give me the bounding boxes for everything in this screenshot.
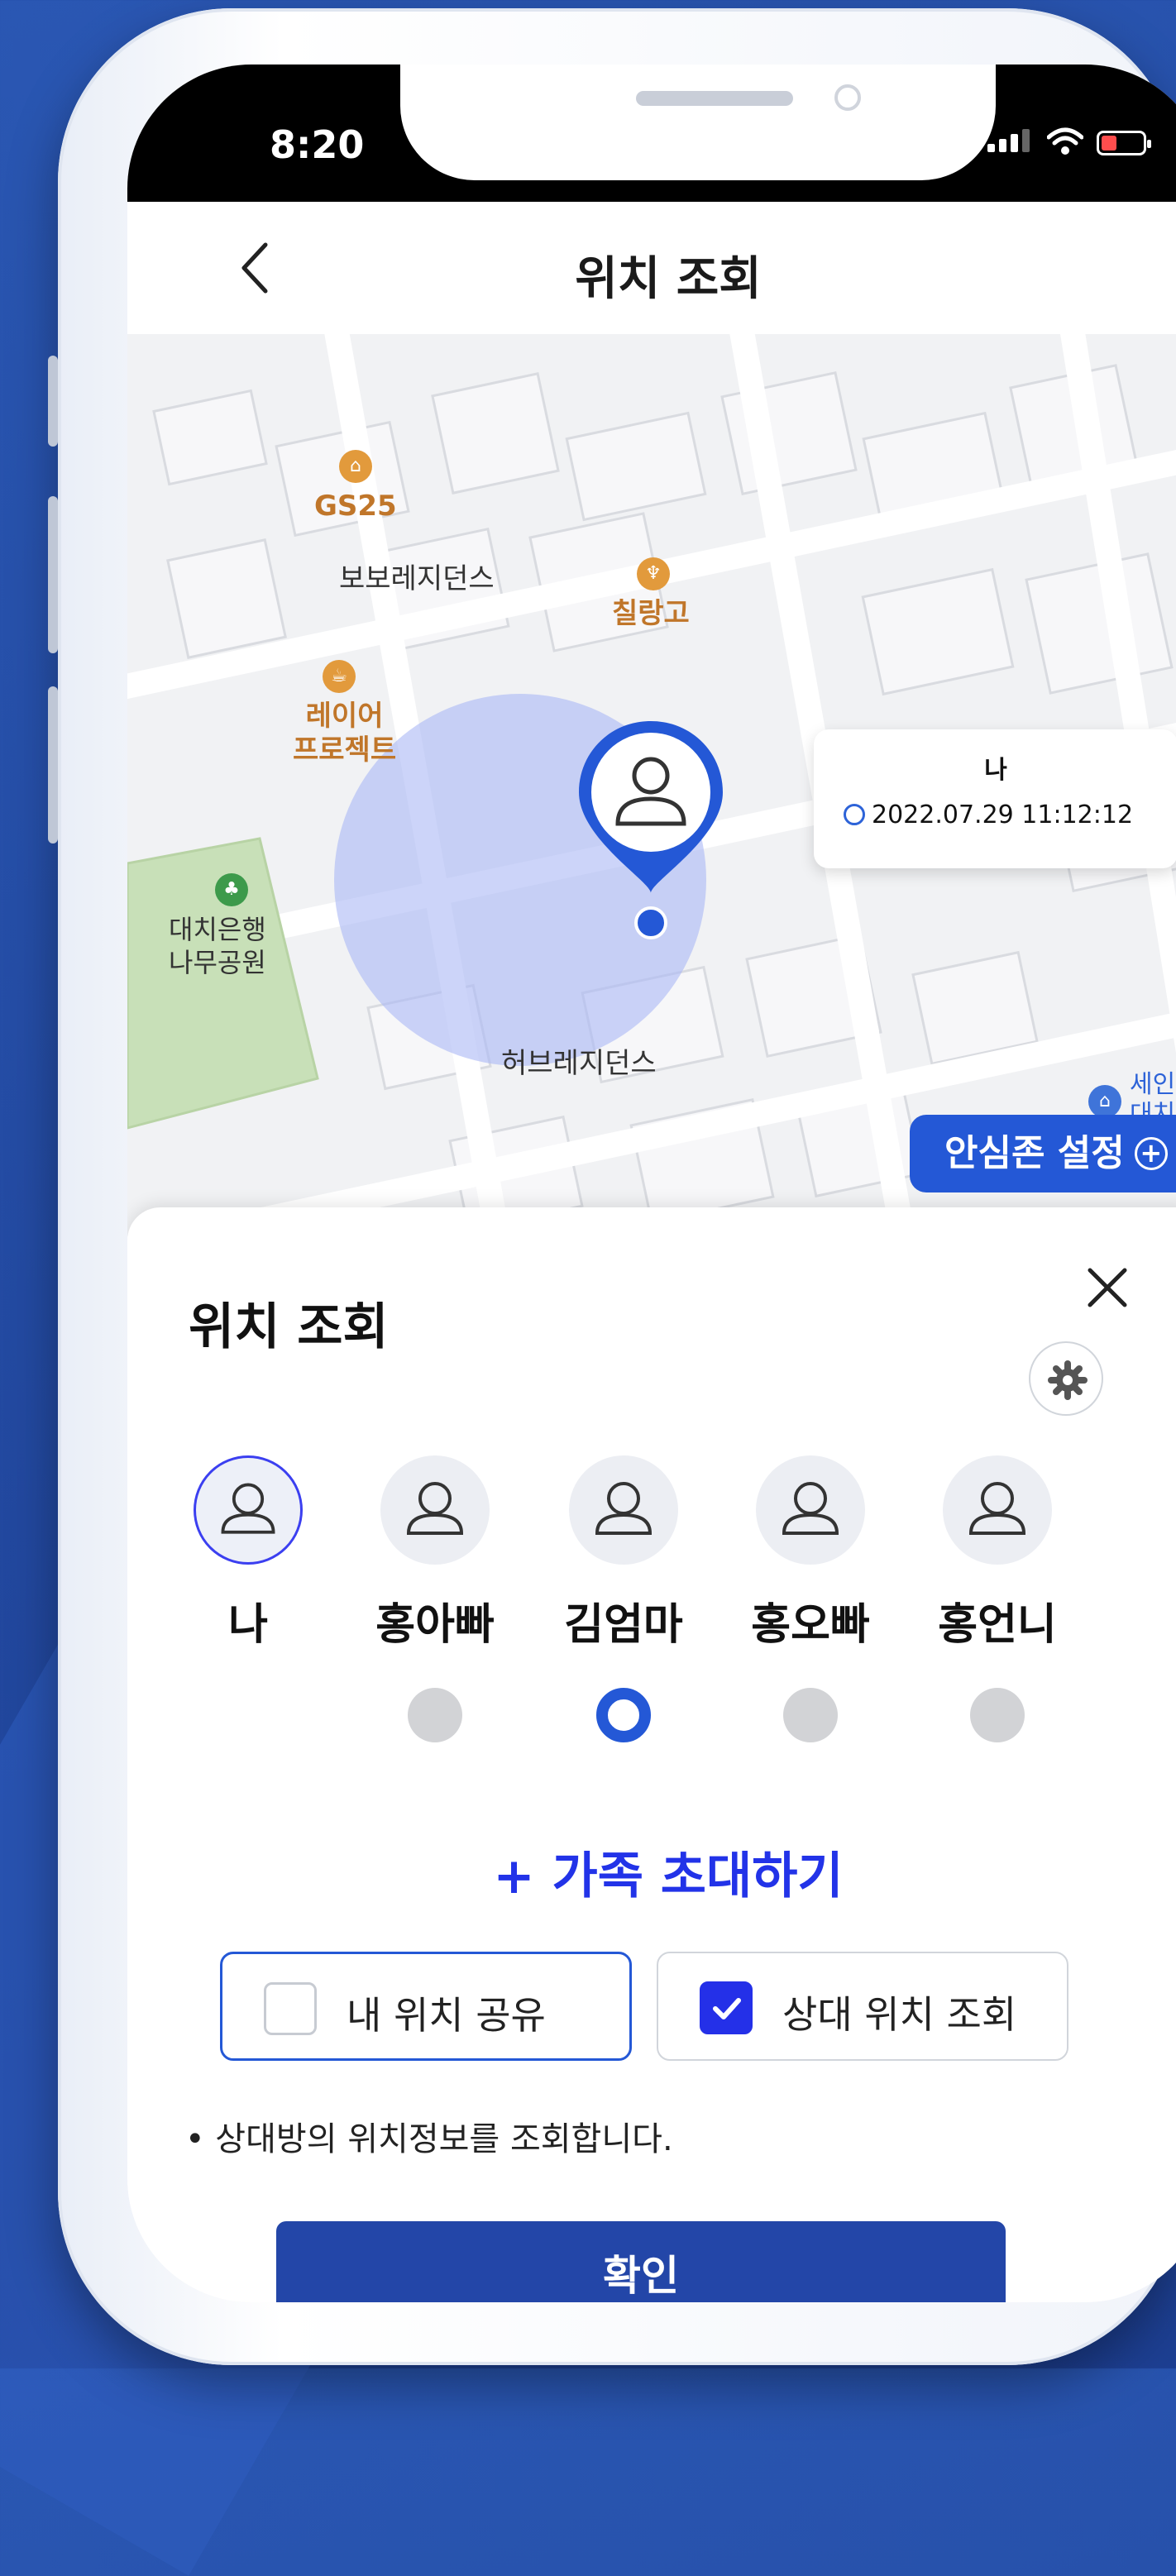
person-icon (968, 1482, 1026, 1535)
member-name: 홍언니 (938, 1600, 1057, 1650)
restaurant-icon[interactable]: ♆ (637, 557, 670, 590)
hint-text: • 상대방의 위치정보를 조회합니다. (185, 2120, 673, 2158)
signal-icon (987, 129, 1034, 155)
front-camera (834, 84, 861, 111)
status-time: 8:20 (270, 122, 365, 167)
safezone-label: 안심존 설정 (944, 1132, 1125, 1174)
member-radio-selected[interactable] (596, 1688, 651, 1742)
location-pin-icon[interactable] (572, 716, 729, 939)
poi-chilranggo[interactable]: 칠랑고 (612, 597, 690, 631)
member-radio[interactable] (970, 1688, 1025, 1742)
member-name: 홍아빠 (375, 1600, 495, 1650)
poi-bobo-residence[interactable]: 보보레지던스 (339, 562, 495, 596)
screen: 8:20 위치 조회 ⌂ GS25 보보레지던스 ♆ 칠랑고 ☕ 레이어 프로젝… (127, 65, 1176, 2302)
person-icon (221, 1483, 275, 1534)
member-radio[interactable] (783, 1688, 838, 1742)
safezone-setting-button[interactable]: 안심존 설정 + (910, 1115, 1176, 1192)
volume-down-button (48, 686, 58, 844)
sheet-title: 위치 조회 (189, 1298, 389, 1356)
poi-park[interactable]: 대치은행 나무공원 (169, 913, 266, 979)
plus-circle-icon: + (1134, 1137, 1168, 1170)
speaker (636, 91, 793, 106)
park-icon[interactable]: ♣ (215, 873, 248, 906)
clock-icon (844, 804, 865, 825)
avatar[interactable] (380, 1455, 490, 1565)
poi-gs25[interactable]: GS25 (314, 490, 397, 523)
checkmark-icon (713, 1998, 741, 2019)
status-icons (987, 127, 1151, 155)
person-icon (406, 1482, 464, 1535)
member-kim-mom[interactable]: 김엄마 (557, 1455, 690, 1742)
avatar[interactable] (194, 1455, 303, 1565)
notch (400, 65, 996, 180)
mute-switch (48, 356, 58, 447)
avatar[interactable] (756, 1455, 865, 1565)
invite-family-button[interactable]: + 가족 초대하기 (127, 1836, 1176, 1908)
poi-layer-project[interactable]: 레이어 프로젝트 (293, 700, 396, 767)
bubble-timestamp: 2022.07.29 11:12:12 (844, 801, 1133, 829)
share-my-location-toggle[interactable]: 내 위치 공유 (220, 1952, 632, 2061)
view-other-location-checkbox[interactable] (700, 1981, 753, 2034)
cafe-icon[interactable]: ☕ (323, 660, 356, 693)
member-name: 김엄마 (564, 1600, 683, 1650)
gear-icon (1048, 1360, 1088, 1400)
share-my-location-label: 내 위치 공유 (347, 1993, 546, 2038)
member-me[interactable]: 나 (182, 1455, 314, 1651)
member-hong-dad[interactable]: 홍아빠 (369, 1455, 501, 1742)
settings-button[interactable] (1029, 1341, 1103, 1416)
avatar[interactable] (569, 1455, 678, 1565)
school-icon[interactable]: ⌂ (1088, 1085, 1121, 1118)
view-other-location-toggle[interactable]: 상대 위치 조회 (657, 1952, 1068, 2061)
poi-hub-residence[interactable]: 허브레지던스 (501, 1047, 657, 1081)
person-icon (595, 1482, 653, 1535)
phone-frame: 8:20 위치 조회 ⌂ GS25 보보레지던스 ♆ 칠랑고 ☕ 레이어 프로젝… (48, 8, 1176, 2365)
app-header: 위치 조회 (127, 202, 1176, 335)
status-bar: 8:20 (127, 65, 1176, 202)
close-icon[interactable] (1078, 1259, 1136, 1317)
member-name: 홍오빠 (751, 1600, 870, 1650)
convenience-store-icon[interactable]: ⌂ (339, 450, 372, 483)
battery-icon (1097, 131, 1151, 155)
member-hong-brother[interactable]: 홍오빠 (744, 1455, 877, 1742)
wifi-icon (1047, 127, 1083, 155)
page-title: 위치 조회 (575, 252, 762, 306)
avatar[interactable] (943, 1455, 1052, 1565)
volume-up-button (48, 496, 58, 653)
person-icon (782, 1482, 839, 1535)
location-info-bubble[interactable]: 나 2022.07.29 11:12:12 (814, 729, 1176, 868)
map-view[interactable]: ⌂ GS25 보보레지던스 ♆ 칠랑고 ☕ 레이어 프로젝트 ♣ 대치은행 나무… (127, 334, 1176, 1277)
bubble-name: 나 (984, 756, 1007, 785)
confirm-button[interactable]: 확인 (276, 2221, 1006, 2302)
share-my-location-checkbox[interactable] (264, 1982, 317, 2035)
member-name: 나 (228, 1600, 268, 1650)
view-other-location-label: 상대 위치 조회 (782, 1992, 1017, 2037)
member-radio[interactable] (408, 1688, 462, 1742)
location-bottom-sheet: 위치 조회 나 홍아빠 김엄마 홍오빠 홍언니 + 가족 초대하기 내 위치 공… (127, 1207, 1176, 2302)
member-hong-sister[interactable]: 홍언니 (931, 1455, 1064, 1742)
